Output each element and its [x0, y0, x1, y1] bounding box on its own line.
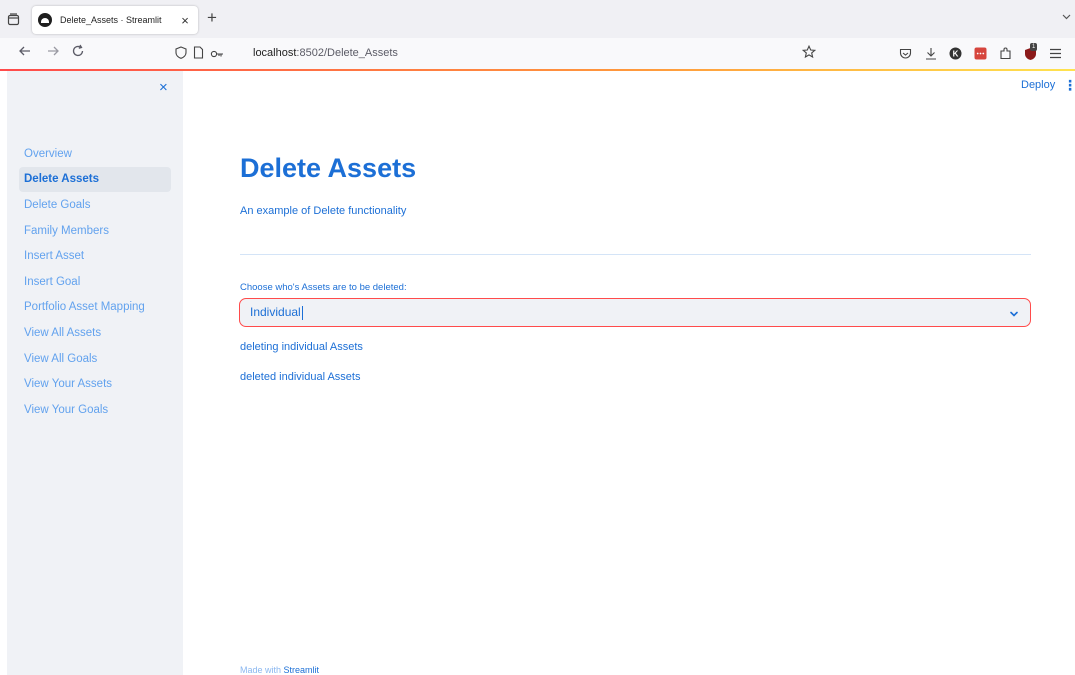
- sidebar-item-view-your-goals[interactable]: View Your Goals: [19, 397, 171, 423]
- streamlit-favicon-icon: [38, 13, 52, 27]
- url-security-icons: [175, 46, 224, 64]
- page-icon[interactable]: [193, 46, 204, 64]
- app-menu-icon[interactable]: [1048, 46, 1063, 61]
- tab-title: Delete_Assets · Streamlit: [60, 15, 162, 25]
- sidebar-item-overview[interactable]: Overview: [19, 141, 171, 167]
- browser-tab[interactable]: Delete_Assets · Streamlit ×: [32, 6, 198, 34]
- sidebar-item-delete-goals[interactable]: Delete Goals: [19, 192, 171, 218]
- status-message-deleted: deleted individual Assets: [240, 371, 361, 383]
- bookmark-star-icon[interactable]: [801, 44, 817, 62]
- page-subtitle: An example of Delete functionality: [240, 205, 407, 217]
- chevron-down-icon[interactable]: [1062, 12, 1071, 23]
- owner-select[interactable]: Individual: [239, 298, 1031, 327]
- key-icon[interactable]: [210, 46, 224, 64]
- divider: [240, 254, 1031, 255]
- deploy-button[interactable]: Deploy: [1021, 79, 1055, 91]
- ublock-icon[interactable]: 1: [1023, 43, 1038, 61]
- tab-overview-icon[interactable]: [4, 10, 22, 28]
- sidebar-item-family-members[interactable]: Family Members: [19, 218, 171, 244]
- new-tab-button[interactable]: +: [207, 9, 217, 27]
- status-message-deleting: deleting individual Assets: [240, 341, 363, 353]
- footer-prefix: Made with: [240, 665, 284, 675]
- main-menu-icon[interactable]: ⋮: [1063, 77, 1075, 94]
- sidebar-item-insert-goal[interactable]: Insert Goal: [19, 269, 171, 295]
- sidebar-item-view-all-assets[interactable]: View All Assets: [19, 320, 171, 346]
- browser-nav-bar: localhost:8502/Delete_Assets K 1: [0, 38, 1075, 70]
- select-label: Choose who's Assets are to be deleted:: [240, 282, 407, 293]
- url-host: localhost: [253, 47, 297, 59]
- sidebar-nav: Overview Delete Assets Delete Goals Fami…: [19, 141, 171, 423]
- reload-icon[interactable]: [71, 44, 85, 64]
- browser-tab-bar: Delete_Assets · Streamlit × +: [0, 0, 1075, 38]
- pocket-icon[interactable]: [898, 46, 913, 61]
- sidebar-item-portfolio-asset-mapping[interactable]: Portfolio Asset Mapping: [19, 295, 171, 321]
- close-sidebar-icon[interactable]: ×: [159, 80, 168, 96]
- toolbar-icons: K 1: [898, 43, 1063, 61]
- url-bar[interactable]: localhost:8502/Delete_Assets: [253, 47, 398, 59]
- chevron-down-icon[interactable]: [1008, 307, 1020, 319]
- account-k-icon[interactable]: K: [948, 46, 963, 61]
- streamlit-link[interactable]: Streamlit: [284, 665, 320, 675]
- download-icon[interactable]: [923, 46, 938, 61]
- svg-text:K: K: [953, 49, 959, 58]
- password-manager-icon[interactable]: [973, 46, 988, 61]
- sidebar-item-delete-assets[interactable]: Delete Assets: [19, 166, 171, 193]
- extension-badge: 1: [1030, 43, 1038, 51]
- forward-arrow-icon[interactable]: [46, 44, 60, 64]
- back-arrow-icon[interactable]: [18, 44, 32, 64]
- sidebar-item-insert-asset[interactable]: Insert Asset: [19, 243, 171, 269]
- page-title: Delete Assets: [240, 153, 417, 183]
- sidebar: × Overview Delete Assets Delete Goals Fa…: [7, 71, 183, 675]
- sidebar-item-view-all-goals[interactable]: View All Goals: [19, 346, 171, 372]
- select-value: Individual: [250, 305, 303, 320]
- url-path: :8502/Delete_Assets: [296, 47, 398, 59]
- close-tab-icon[interactable]: ×: [178, 13, 192, 28]
- sidebar-item-view-your-assets[interactable]: View Your Assets: [19, 371, 171, 397]
- shield-icon[interactable]: [175, 46, 187, 64]
- extensions-icon[interactable]: [998, 46, 1013, 61]
- footer: Made with Streamlit: [240, 665, 319, 675]
